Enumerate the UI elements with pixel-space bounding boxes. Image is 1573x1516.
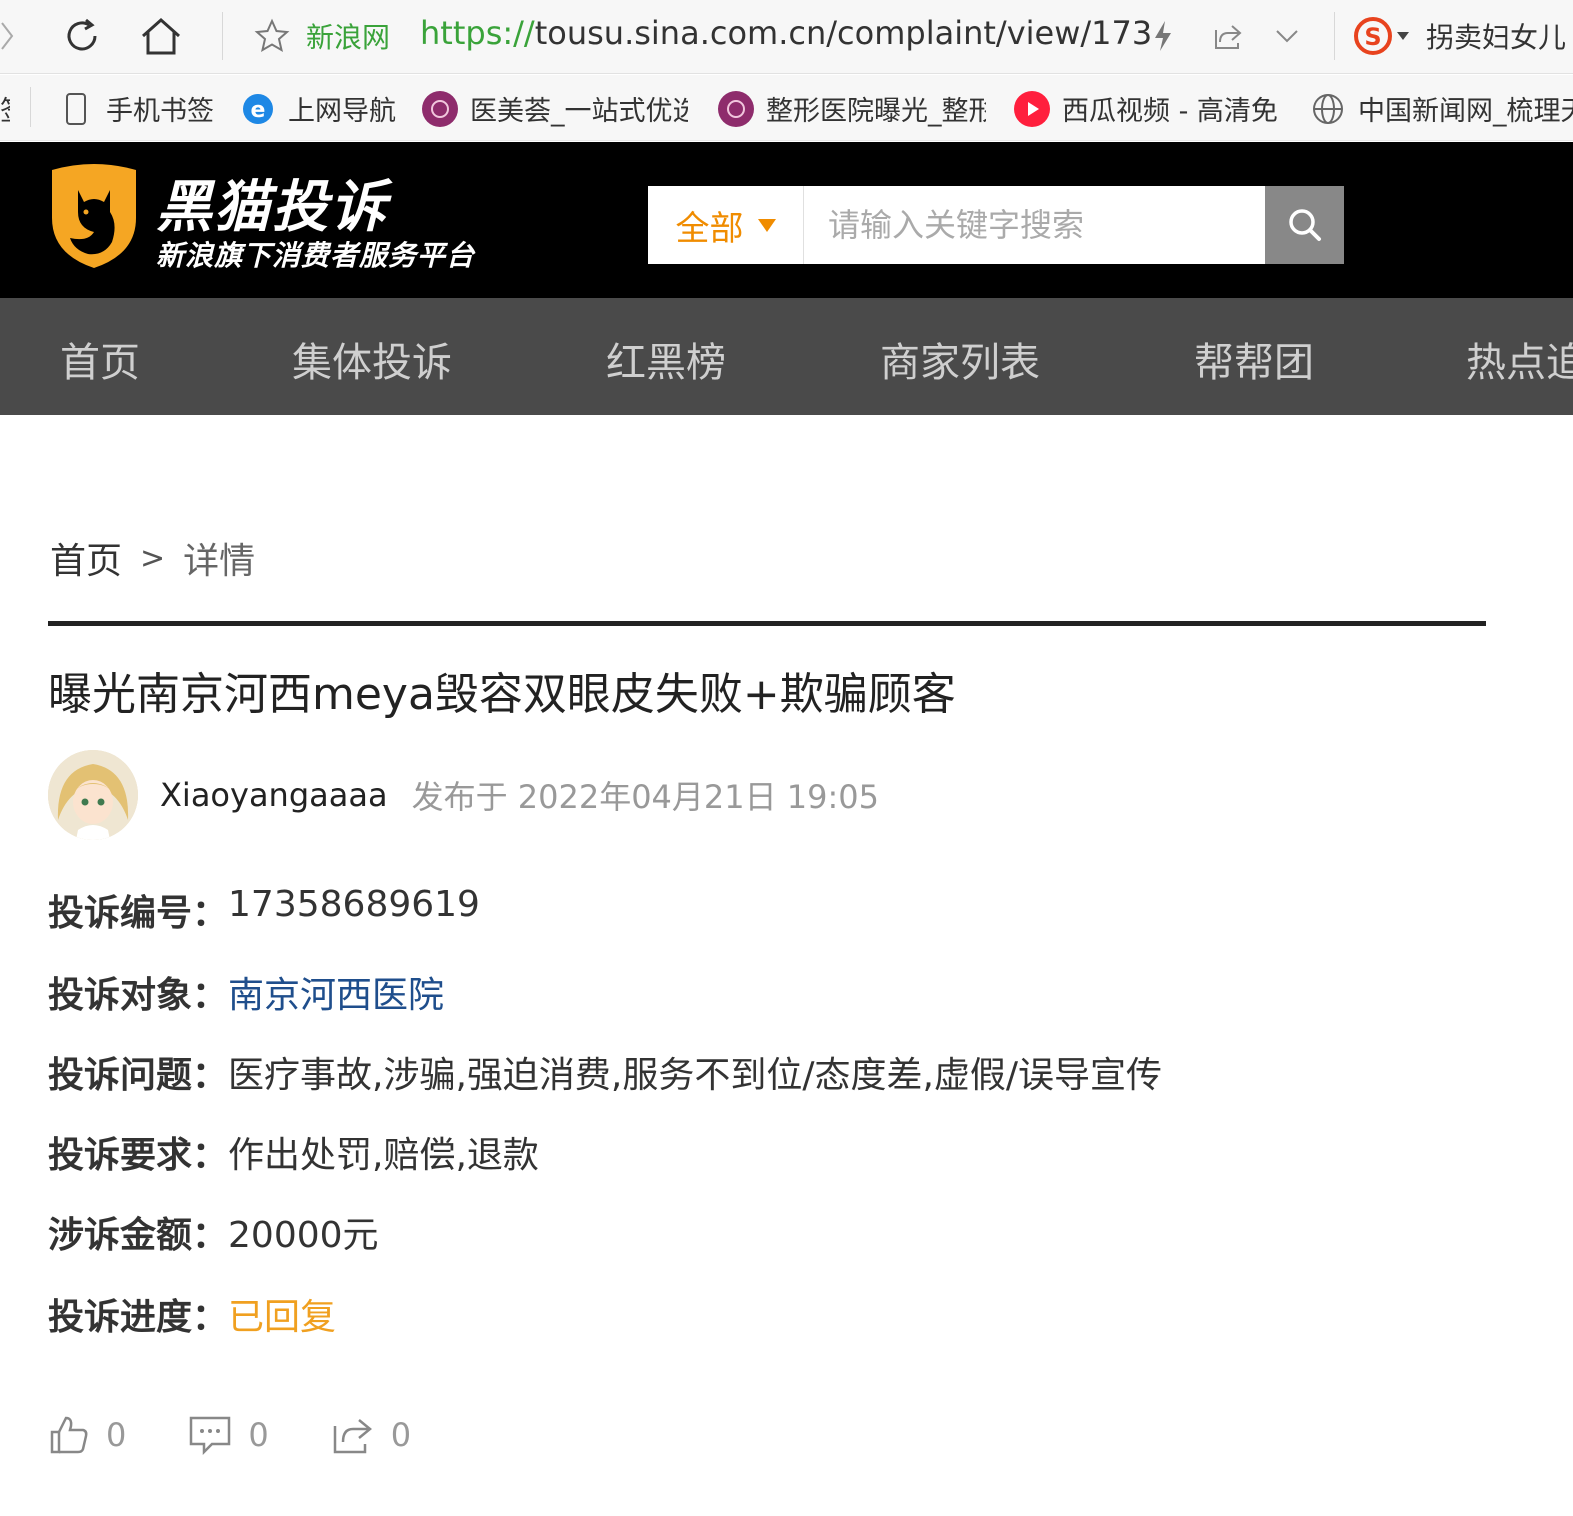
author-line: Xiaoyangaaaa 发布于 2022年04月21日 19:05: [48, 750, 879, 840]
ie-icon: e: [240, 91, 276, 127]
back-arrow-icon[interactable]: [0, 10, 16, 62]
section-divider: [48, 621, 1486, 626]
svg-text:e: e: [251, 98, 266, 123]
info-label: 投诉编号：: [48, 893, 229, 934]
bookmark-label: 中国新闻网_梳理天: [1358, 96, 1573, 127]
bookmark-item[interactable]: 西瓜视频 - 高清免: [1014, 89, 1278, 128]
info-row-progress: 投诉进度： 已回复: [48, 1288, 336, 1340]
bookmark-item[interactable]: 医美荟_一站式优选: [422, 89, 688, 128]
svg-text:S: S: [1364, 23, 1381, 51]
bookmark-label: 整形医院曝光_整形: [766, 96, 986, 127]
site-search: 全部: [648, 186, 1344, 264]
bookmark-item[interactable]: 手机书签: [58, 89, 214, 128]
share-icon: [333, 1419, 372, 1454]
publish-time: 发布于 2022年04月21日 19:05: [411, 778, 880, 816]
breadcrumb-home[interactable]: 首页: [50, 532, 122, 584]
info-row-demands: 投诉要求： 作出处罚,赔偿,退款: [48, 1126, 539, 1178]
lightning-icon[interactable]: [1148, 10, 1178, 62]
complaint-id-value: 17358689619: [228, 884, 480, 925]
site-header: 黑猫投诉 新浪旗下消费者服务平台 全部: [0, 142, 1573, 298]
search-engine-dropdown-icon[interactable]: [1394, 10, 1412, 62]
xigua-icon: [1014, 90, 1050, 127]
nav-item-home[interactable]: 首页: [60, 330, 140, 388]
bookmark-item[interactable]: 整形医院曝光_整形: [718, 89, 986, 128]
breadcrumb-current: 详情: [183, 541, 256, 582]
info-row-complaint-id: 投诉编号： 17358689619: [48, 884, 480, 936]
info-label: 投诉对象：: [48, 975, 229, 1016]
bookmark-label: 西瓜视频 - 高清免: [1062, 96, 1278, 127]
comment-icon: [190, 1416, 231, 1456]
phone-icon: [58, 91, 94, 127]
complaint-amount-value: 20000元: [228, 1215, 379, 1256]
sogou-search-icon[interactable]: S: [1352, 14, 1396, 58]
info-row-amount: 涉诉金额： 20000元: [48, 1206, 379, 1258]
caret-down-icon: [757, 218, 776, 232]
share-page-icon[interactable]: [1208, 10, 1248, 62]
comment-button[interactable]: 0: [188, 1414, 269, 1456]
info-row-issues: 投诉问题： 医疗事故,涉骗,强迫消费,服务不到位/态度差,虚假/误导宣传: [48, 1046, 1162, 1098]
breadcrumb: 首页 > 详情: [50, 532, 255, 584]
star-icon[interactable]: [250, 10, 294, 62]
complaint-title: 曝光南京河西meya毁容双眼皮失败+欺骗顾客: [48, 669, 956, 720]
nav-item-hot-topics[interactable]: 热点追: [1466, 330, 1573, 388]
bookmark-item[interactable]: e 上网导航: [240, 89, 396, 128]
info-label: 涉诉金额：: [48, 1215, 229, 1256]
logo-title: 黑猫投诉: [156, 175, 388, 240]
site-title: 新浪网: [306, 21, 391, 54]
status-badge: 已回复: [228, 1297, 337, 1338]
black-cat-logo-icon[interactable]: [48, 162, 140, 270]
author-name[interactable]: Xiaoyangaaaa: [160, 776, 388, 814]
globe-icon: [1310, 91, 1346, 127]
browser-search-text[interactable]: 拐卖妇女儿: [1426, 16, 1566, 56]
share-count: 0: [390, 1416, 412, 1454]
info-label: 投诉问题：: [48, 1055, 229, 1096]
info-label: 投诉要求：: [48, 1135, 229, 1176]
avatar[interactable]: [48, 750, 138, 840]
share-button[interactable]: 0: [331, 1414, 411, 1456]
thumbs-up-icon: [50, 1416, 88, 1454]
complaint-demands-value: 作出处罚,赔偿,退款: [228, 1135, 539, 1176]
search-input[interactable]: [808, 186, 1264, 264]
main-nav: 首页 集体投诉 红黑榜 商家列表 帮帮团 热点追: [0, 298, 1573, 415]
action-bar: 0 0 0: [48, 1414, 411, 1456]
logo-subtitle: 新浪旗下消费者服务平台: [156, 239, 476, 272]
yimeihui-icon: [422, 90, 458, 127]
bookmark-partial: 签: [0, 89, 10, 125]
browser-toolbar: 新浪网 https://tousu.sina.com.cn/complaint/…: [0, 0, 1573, 74]
search-icon: [1288, 209, 1321, 241]
nav-item-help-group[interactable]: 帮帮团: [1194, 330, 1314, 388]
bookmark-label: 医美荟_一站式优选: [470, 96, 688, 127]
nav-item-merchant-list[interactable]: 商家列表: [880, 330, 1040, 388]
search-category-label: 全部: [675, 208, 744, 249]
info-row-target: 投诉对象： 南京河西医院: [48, 966, 444, 1018]
bookmarks-bar: 签 手机书签 e 上网导航 医美荟_一站式优选 整形医院曝光_整形 西瓜视频 -…: [0, 75, 1573, 141]
complaint-target-link[interactable]: 南京河西医院: [228, 966, 444, 1018]
bookmark-label: 手机书签: [106, 96, 214, 127]
complaint-issues-value: 医疗事故,涉骗,强迫消费,服务不到位/态度差,虚假/误导宣传: [228, 1055, 1163, 1096]
yimeihui-icon: [718, 90, 754, 127]
nav-item-group-complaints[interactable]: 集体投诉: [292, 330, 452, 388]
reload-icon[interactable]: [58, 10, 106, 62]
like-count: 0: [106, 1416, 127, 1454]
nav-item-red-black-list[interactable]: 红黑榜: [606, 330, 726, 388]
home-icon[interactable]: [136, 10, 186, 62]
search-button[interactable]: [1265, 186, 1344, 264]
address-bar-url[interactable]: https://tousu.sina.com.cn/complaint/view…: [420, 14, 1152, 52]
search-category-dropdown[interactable]: 全部: [648, 186, 804, 264]
like-button[interactable]: 0: [48, 1414, 126, 1456]
comment-count: 0: [248, 1416, 269, 1454]
bookmark-label: 上网导航: [288, 96, 396, 127]
breadcrumb-separator: >: [140, 540, 166, 576]
chevron-down-icon[interactable]: [1270, 10, 1304, 62]
bookmark-item[interactable]: 中国新闻网_梳理天: [1310, 89, 1573, 128]
info-label: 投诉进度：: [48, 1297, 229, 1338]
